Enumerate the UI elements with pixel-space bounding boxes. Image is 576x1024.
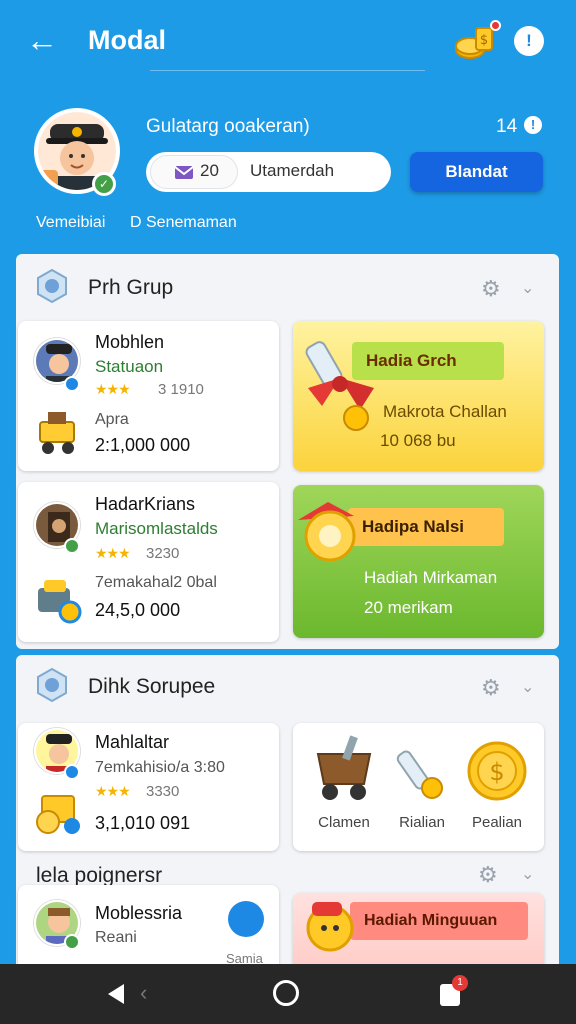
cart-icon bbox=[39, 412, 75, 454]
card-name: Moblessria bbox=[95, 903, 183, 923]
card-verified-icon bbox=[64, 934, 80, 950]
chevron-down-icon[interactable]: ⌄ bbox=[521, 865, 541, 885]
card-name: Mahlaltar bbox=[95, 732, 170, 752]
card-name: HadarKrians bbox=[95, 494, 196, 514]
profile-sub-left[interactable]: Vemeibiai bbox=[36, 214, 105, 232]
section-title: Prh Grup bbox=[88, 276, 174, 299]
profile-count: 14 bbox=[496, 116, 518, 137]
chevron-down-icon[interactable]: ⌄ bbox=[521, 279, 541, 299]
card-value: 3,1,010 091 bbox=[95, 813, 191, 833]
card-value: 2:1,000 000 bbox=[95, 435, 191, 455]
card-meta: 3330 bbox=[146, 783, 180, 800]
card-subtitle: Statuaon bbox=[95, 357, 164, 376]
nav-chevron-left-icon[interactable]: ‹ bbox=[140, 980, 147, 1006]
promo-line: 20 merikam bbox=[364, 598, 453, 617]
bottle-icon[interactable] bbox=[396, 746, 448, 802]
shop-item-label[interactable]: Rialian bbox=[382, 814, 462, 831]
pill-counter bbox=[150, 155, 238, 189]
gift-bottle-icon bbox=[305, 341, 374, 431]
promo-line: Makrota Challan bbox=[383, 402, 507, 421]
svg-text:$: $ bbox=[489, 758, 504, 786]
rating-stars: ★★★ bbox=[95, 783, 131, 799]
header-divider bbox=[150, 70, 425, 71]
profile-sub-right[interactable]: D Senemaman bbox=[130, 214, 237, 232]
mascot-icon bbox=[306, 902, 354, 952]
cart-icon[interactable] bbox=[312, 734, 376, 804]
nav-back-icon[interactable] bbox=[104, 982, 126, 1006]
pill-number: 20 bbox=[200, 161, 219, 180]
rating-stars: ★★★ bbox=[95, 545, 131, 561]
back-arrow-icon[interactable]: ← bbox=[26, 22, 62, 58]
page-title: Modal bbox=[88, 25, 166, 55]
shop-item-label[interactable]: Pealian bbox=[457, 814, 537, 831]
primary-button[interactable]: Blandat bbox=[410, 152, 543, 192]
gift-coin-icon bbox=[298, 502, 356, 562]
nav-badge: 1 bbox=[452, 975, 468, 991]
shop-item-label[interactable]: Clamen bbox=[304, 814, 384, 831]
card-value: 24,5,0 000 bbox=[95, 600, 181, 620]
profile-name: Gulatarg ooakeran) bbox=[146, 116, 310, 137]
card-meta: 3230 bbox=[146, 545, 180, 562]
group-icon bbox=[37, 268, 67, 304]
chevron-down-icon[interactable]: ⌄ bbox=[521, 678, 541, 698]
card-meta: 3 1910 bbox=[158, 381, 204, 398]
notification-dot bbox=[490, 20, 501, 31]
coin-box-icon bbox=[36, 795, 80, 834]
top-bar: ← Modal $ ! bbox=[0, 0, 576, 82]
info-icon[interactable]: ! bbox=[514, 26, 544, 56]
card-subtitle: Reani bbox=[95, 929, 137, 946]
nav-home-icon[interactable] bbox=[273, 980, 299, 1006]
coin-icon[interactable]: $ bbox=[466, 740, 528, 802]
card-name: Mobhlen bbox=[95, 332, 165, 352]
chat-icon[interactable] bbox=[228, 901, 264, 937]
verified-check-icon: ✓ bbox=[92, 172, 116, 196]
card-label: 7emakahal2 0bal bbox=[95, 574, 217, 591]
card-subtitle: 7emkahisio/a 3:80 bbox=[95, 759, 225, 776]
info-small-icon[interactable]: ! bbox=[524, 116, 542, 134]
group-icon bbox=[37, 667, 67, 703]
promo-line: Hadiah Mirkaman bbox=[364, 568, 498, 587]
promo-ribbon: Hadiah Minguuan bbox=[350, 902, 528, 940]
card-verified-icon bbox=[64, 376, 80, 392]
rating-stars: ★★★ bbox=[95, 381, 131, 397]
card-subtitle: Marisomlastalds bbox=[95, 519, 218, 538]
pill-label: Utamerdah bbox=[250, 161, 335, 180]
envelope-icon bbox=[174, 166, 194, 179]
gear-icon[interactable]: ⚙ bbox=[478, 864, 500, 886]
card-label: Apra bbox=[95, 411, 129, 428]
section-title: Dihk Sorupee bbox=[88, 675, 216, 698]
promo-line: 10 068 bu bbox=[380, 431, 456, 450]
gear-icon[interactable]: ⚙ bbox=[481, 677, 503, 699]
promo-ribbon: Hadipa Nalsi bbox=[348, 508, 504, 546]
svg-text:$: $ bbox=[480, 33, 488, 48]
card-verified-icon bbox=[64, 764, 80, 780]
gear-icon[interactable]: ⚙ bbox=[481, 278, 503, 300]
treasure-icon bbox=[38, 580, 82, 624]
card-verified-icon bbox=[64, 538, 80, 554]
